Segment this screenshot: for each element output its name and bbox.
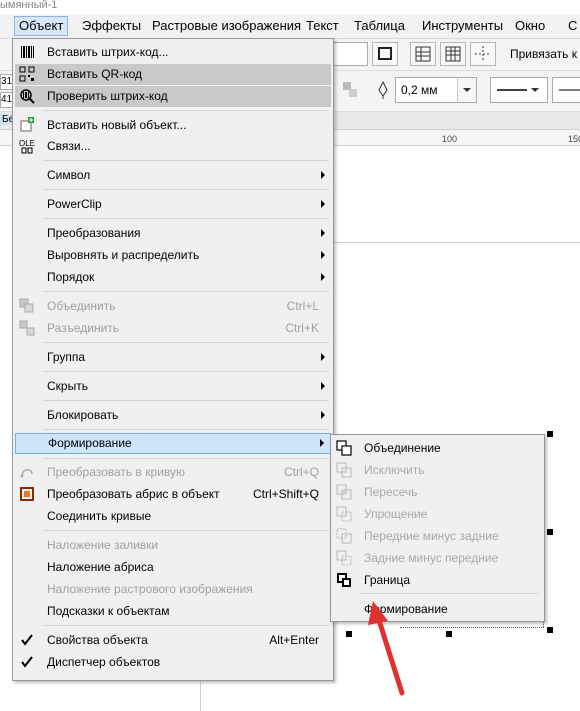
line-style-icon	[497, 88, 539, 92]
pen-icon	[378, 80, 388, 99]
chevron-right-icon	[321, 229, 325, 237]
outline-width-dropdown[interactable]: 0,2 мм	[395, 77, 477, 103]
chevron-right-icon	[321, 171, 325, 179]
arrow-style-dropdown[interactable]	[552, 77, 580, 103]
chevron-right-icon	[321, 251, 325, 259]
menu-effects[interactable]: Эффекты	[78, 17, 145, 35]
selection-handle[interactable]	[547, 529, 553, 535]
menu-item-break-apart[interactable]: Разъединить Ctrl+K	[15, 318, 331, 339]
menu-item-convert-to-curves[interactable]: Преобразовать в кривую Ctrl+Q	[15, 462, 331, 483]
menu-item-group[interactable]: Группа	[15, 347, 331, 368]
menu-item-align-distribute[interactable]: Выровнять и распределить	[15, 245, 331, 266]
selection-outline	[400, 627, 544, 629]
chevron-down-icon[interactable]	[457, 78, 476, 102]
menu-item-transformations[interactable]: Преобразования	[15, 223, 331, 244]
menu-table[interactable]: Таблица	[350, 17, 409, 35]
submenu-item-back-minus-front[interactable]: Задние минус передние	[333, 547, 542, 569]
menu-item-insert-qr[interactable]: Вставить QR-код	[15, 64, 331, 85]
chevron-right-icon	[320, 439, 324, 447]
menu-item-overprint-outline[interactable]: Наложение абриса	[15, 557, 331, 578]
line-style-dropdown[interactable]	[490, 77, 548, 103]
menu-item-check-barcode[interactable]: Проверить штрих-код	[15, 86, 331, 107]
submenu-item-front-minus-back[interactable]: Передние минус задние	[333, 525, 542, 547]
table-grid-button[interactable]	[440, 42, 466, 66]
ruler-tick: 100	[442, 134, 458, 144]
chevron-right-icon	[321, 200, 325, 208]
menu-item-insert-barcode[interactable]: Вставить штрих-код...	[15, 42, 331, 63]
menu-text[interactable]: Текст	[302, 17, 343, 35]
menu-bitmaps[interactable]: Растровые изображения	[148, 17, 305, 35]
menu-more[interactable]: С	[564, 17, 580, 35]
menu-item-join-curves[interactable]: Соединить кривые	[15, 506, 331, 527]
preset-dropdown[interactable]	[330, 42, 368, 66]
menu-item-object-manager[interactable]: Диспетчер объектов	[15, 652, 331, 673]
ole-icon: OLE	[19, 139, 35, 154]
chevron-right-icon	[321, 411, 325, 419]
selection-handle[interactable]	[446, 631, 452, 637]
selection-handle[interactable]	[547, 627, 553, 633]
shaping-submenu: Объединение Исключить Пересечь Упрощение…	[330, 434, 545, 622]
grid-icon	[415, 46, 431, 62]
menubar: Объект Эффекты Растровые изображения Тек…	[0, 14, 580, 39]
boundary-icon	[337, 573, 351, 587]
guides-button[interactable]	[470, 42, 496, 66]
insert-object-icon	[20, 117, 34, 132]
menu-item-outline-to-object[interactable]: Преобразовать абрис в объект Ctrl+Shift+Q	[15, 484, 331, 505]
menu-item-shaping[interactable]: Формирование	[15, 433, 331, 454]
weld-icon	[336, 440, 352, 456]
frame-icon	[378, 47, 392, 60]
submenu-item-simplify[interactable]: Упрощение	[333, 503, 542, 525]
convert-curve-icon	[20, 469, 33, 478]
simplify-icon	[336, 506, 352, 522]
front-minus-back-icon	[336, 528, 352, 544]
menu-item-combine[interactable]: Объединить Ctrl+L	[15, 296, 331, 317]
trim-icon	[336, 462, 352, 478]
menu-tools[interactable]: Инструменты	[418, 17, 507, 35]
menu-item-object-hints[interactable]: Подсказки к объектам	[15, 601, 331, 622]
outline-to-object-icon	[20, 487, 34, 501]
chevron-right-icon	[321, 353, 325, 361]
menu-window[interactable]: Окно	[511, 17, 549, 35]
arrange-icon	[343, 82, 357, 97]
outline-width-value: 0,2 мм	[401, 83, 438, 97]
checkmark-icon	[21, 634, 33, 646]
menu-item-lock[interactable]: Блокировать	[15, 405, 331, 426]
back-minus-front-icon	[336, 550, 352, 566]
selection-handle[interactable]	[346, 631, 352, 637]
menu-item-powerclip[interactable]: PowerClip	[15, 194, 331, 215]
menu-item-object-properties[interactable]: Свойства объекта Alt+Enter	[15, 630, 331, 651]
menu-item-insert-object[interactable]: Вставить новый объект...	[15, 115, 331, 136]
ruler-tick: 150	[568, 134, 580, 144]
guides-icon	[475, 46, 491, 62]
menu-item-links[interactable]: OLE Связи...	[15, 136, 331, 157]
qr-code-icon	[19, 66, 35, 82]
chevron-right-icon	[321, 382, 325, 390]
window-title: ымянный-1	[0, 0, 580, 14]
check-barcode-icon	[20, 89, 35, 104]
submenu-item-weld[interactable]: Объединение	[333, 437, 542, 459]
checkmark-icon	[21, 656, 33, 668]
barcode-icon	[21, 46, 34, 58]
svg-text:OLE: OLE	[19, 139, 35, 148]
fullscreen-button[interactable]	[372, 42, 398, 66]
submenu-item-intersect[interactable]: Пересечь	[333, 481, 542, 503]
snap-to-label[interactable]: Привязать к	[510, 47, 577, 61]
annotation-arrow	[368, 601, 405, 696]
menu-item-overprint-bitmap[interactable]: Наложение растрового изображения	[15, 579, 331, 600]
chevron-right-icon	[321, 273, 325, 281]
selection-handle[interactable]	[547, 431, 553, 437]
combine-icon	[19, 298, 34, 313]
menu-object[interactable]: Объект	[14, 16, 69, 36]
break-apart-icon	[19, 320, 35, 336]
submenu-item-boundary[interactable]: Граница	[333, 569, 542, 591]
menu-item-symbol[interactable]: Символ	[15, 165, 331, 186]
submenu-item-trim[interactable]: Исключить	[333, 459, 542, 481]
object-menu: Вставить штрих-код... Вставить QR-код Пр…	[12, 38, 334, 681]
intersect-icon	[336, 484, 352, 500]
grid-toggle-button[interactable]	[410, 42, 436, 66]
menu-item-hide[interactable]: Скрыть	[15, 376, 331, 397]
menu-item-order[interactable]: Порядок	[15, 267, 331, 288]
menu-item-overprint-fill[interactable]: Наложение заливки	[15, 535, 331, 556]
table-icon	[445, 46, 461, 62]
